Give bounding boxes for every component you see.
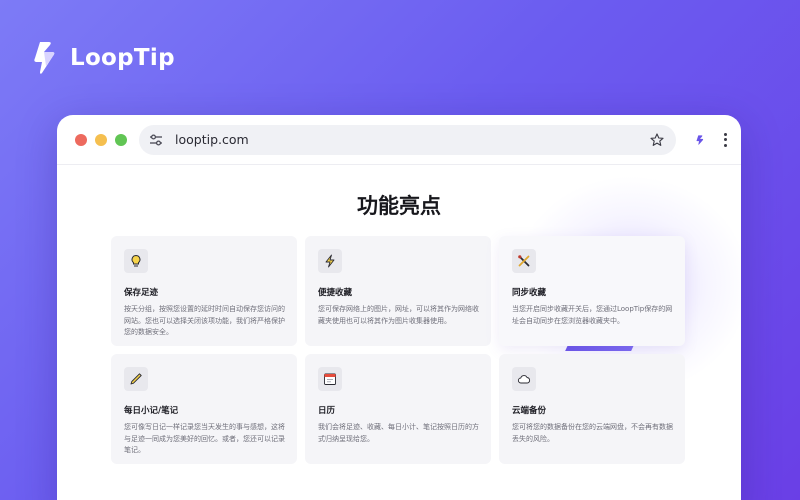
page-content: 功能亮点 保存足迹 按天分组，按照您设置的延时时间自动保存您访问的网站。您也可以…	[57, 165, 741, 500]
feature-title: 保存足迹	[124, 288, 159, 298]
minimize-window-button[interactable]	[95, 133, 107, 146]
feature-description: 我们会将足迹、收藏、每日小计、笔记按照日历的方式归纳呈现给您。	[318, 423, 479, 443]
calendar-icon	[318, 367, 342, 391]
feature-description: 您可将您的数据备份在您的云端网盘，不会再有数据丢失的风险。	[512, 423, 673, 443]
maximize-window-button[interactable]	[115, 133, 127, 146]
feature-description: 您可像写日记一样记录您当天发生的事与感想，这将与足迹一同成为您美好的回忆。或者，…	[124, 423, 285, 454]
looptip-extension-icon[interactable]	[696, 131, 704, 149]
feature-title: 同步收藏	[512, 288, 547, 298]
feature-grid: 保存足迹 按天分组，按照您设置的延时时间自动保存您访问的网站。您也可以选择关闭该…	[111, 236, 685, 464]
window-controls	[75, 133, 127, 146]
more-vert-icon[interactable]	[724, 132, 727, 147]
browser-window: looptip.com 功能亮点 保存足迹 按天分组，按照您设置的延时时间自动保…	[57, 115, 741, 500]
feature-card-calendar: 日历 我们会将足迹、收藏、每日小计、笔记按照日历的方式归纳呈现给您。	[305, 354, 491, 464]
brand-name: LoopTip	[70, 45, 175, 71]
feature-card-footprints: 保存足迹 按天分组，按照您设置的延时时间自动保存您访问的网站。您也可以选择关闭该…	[111, 236, 297, 346]
feature-description: 您可保存网络上的图片，网址，可以将其作为网络收藏夹使用也可以将其作为图片收集器使…	[318, 305, 479, 325]
tune-icon[interactable]	[149, 133, 163, 147]
feature-description: 当您开启同步收藏开关后，您通过LoopTip保存的网址会自动同步在您浏览器收藏夹…	[512, 305, 673, 325]
looptip-logo-icon	[34, 42, 55, 74]
address-bar[interactable]: looptip.com	[139, 124, 676, 155]
close-window-button[interactable]	[75, 133, 87, 146]
feature-card-sync: 同步收藏 当您开启同步收藏开关后，您通过LoopTip保存的网址会自动同步在您浏…	[499, 236, 685, 346]
feature-title: 云端备份	[512, 406, 547, 416]
cloud-icon	[512, 367, 536, 391]
lightbulb-icon	[124, 249, 148, 273]
tools-icon	[512, 249, 536, 273]
pencil-icon	[124, 367, 148, 391]
feature-card-bookmarks: 便捷收藏 您可保存网络上的图片，网址，可以将其作为网络收藏夹使用也可以将其作为图…	[305, 236, 491, 346]
feature-title: 日历	[318, 406, 336, 416]
feature-title: 便捷收藏	[318, 288, 353, 298]
browser-toolbar: looptip.com	[57, 115, 741, 165]
feature-description: 按天分组，按照您设置的延时时间自动保存您访问的网站。您也可以选择关闭该项功能，我…	[124, 305, 285, 336]
feature-title: 每日小记/笔记	[124, 406, 179, 416]
page-title: 功能亮点	[357, 194, 441, 218]
feature-card-cloud-backup: 云端备份 您可将您的数据备份在您的云端网盘，不会再有数据丢失的风险。	[499, 354, 685, 464]
lightning-icon	[318, 249, 342, 273]
bookmark-star-icon[interactable]	[650, 132, 664, 147]
url-text[interactable]: looptip.com	[175, 132, 650, 147]
feature-card-notes: 每日小记/笔记 您可像写日记一样记录您当天发生的事与感想，这将与足迹一同成为您美…	[111, 354, 297, 464]
brand: LoopTip	[32, 40, 175, 76]
